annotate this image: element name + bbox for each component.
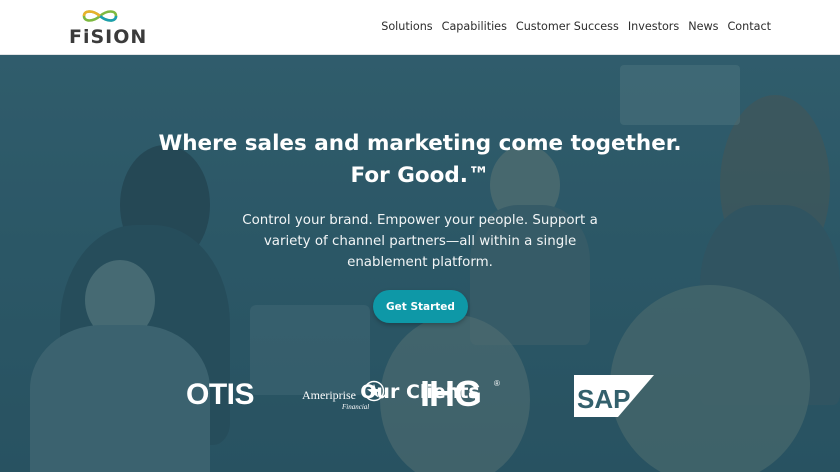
get-started-button[interactable]: Get Started [373,290,468,323]
nav-news[interactable]: News [688,20,718,33]
ihg-registered-mark: ® [494,379,500,388]
hero-headline: Where sales and marketing come together.… [0,128,840,192]
headline-line-1: Where sales and marketing come together. [158,131,682,156]
ameriprise-sub: Financial [342,403,370,411]
ameriprise-logo: Ameriprise Financial [302,380,388,414]
nav-investors[interactable]: Investors [628,20,679,33]
site-header: FiSION Solutions Capabilities Customer S… [0,0,840,55]
ihg-logo: IHG [420,373,482,414]
nav-customer-success[interactable]: Customer Success [516,20,619,33]
hero-content: Where sales and marketing come together.… [0,55,840,472]
fision-logo[interactable]: FiSION [68,6,146,50]
nav-capabilities[interactable]: Capabilities [442,20,507,33]
nav-contact[interactable]: Contact [727,20,771,33]
ameriprise-star-icon [363,380,385,402]
main-nav: Solutions Capabilities Customer Success … [381,20,771,33]
hero-subtext: Control your brand. Empower your people.… [242,213,598,270]
infinity-logo-icon [82,10,118,22]
headline-line-2: For Good.™ [350,163,490,188]
logo-wordmark: FiSION [69,26,148,48]
nav-solutions[interactable]: Solutions [381,20,432,33]
otis-logo: OTIS [186,378,255,411]
hero-section: Where sales and marketing come together.… [0,55,840,472]
sap-logo: SAP [574,375,654,417]
ameriprise-name: Ameriprise [302,388,356,402]
sap-logo-text: SAP [577,384,630,414]
